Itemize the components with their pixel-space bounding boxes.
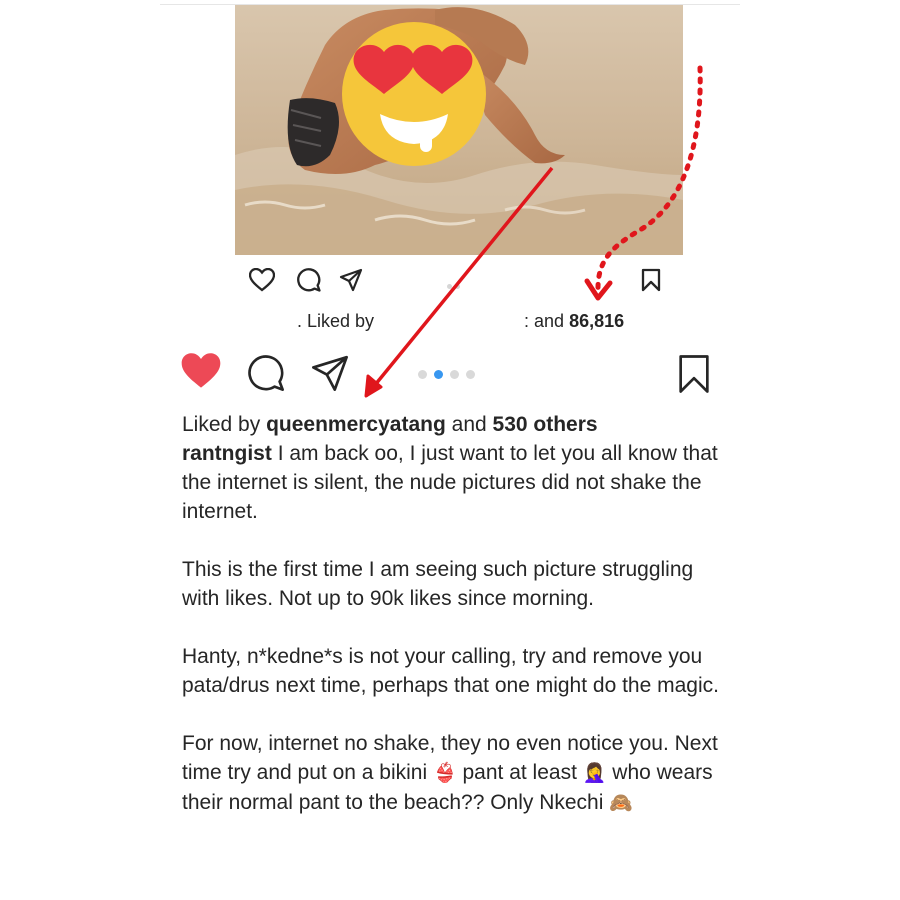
bookmark-icon[interactable] xyxy=(676,354,712,399)
caption-paragraph: Hanty, n*kedne*s is not your calling, tr… xyxy=(182,645,719,697)
see-no-evil-monkey-emoji: 🙈 xyxy=(609,792,633,814)
bikini-emoji: 👙 xyxy=(432,762,457,784)
caption-paragraph: For now, internet no shake, they no even… xyxy=(182,732,718,814)
caption-paragraph: This is the first time I am seeing such … xyxy=(182,558,694,610)
caption-username[interactable]: rantngist xyxy=(182,442,272,465)
caption-paragraph: rantngist I am back oo, I just want to l… xyxy=(182,442,718,523)
share-icon[interactable] xyxy=(311,354,349,397)
carousel-dot xyxy=(466,370,475,379)
carousel-dot xyxy=(450,370,459,379)
liked-by-label: Liked by xyxy=(182,413,261,436)
and-label: and xyxy=(451,413,487,436)
like-heart-icon[interactable] xyxy=(180,352,222,395)
post-caption: rantngist I am back oo, I just want to l… xyxy=(182,439,727,847)
facepalm-emoji: 🤦‍♀️ xyxy=(582,762,607,784)
carousel-dot-active xyxy=(434,370,443,379)
others-count-link[interactable]: 530 others xyxy=(493,413,598,436)
liked-by-username[interactable]: queenmercyatang xyxy=(266,413,446,436)
carousel-dot xyxy=(418,370,427,379)
liked-by-line: Liked by queenmercyatang and 530 others xyxy=(182,410,598,439)
comment-icon[interactable] xyxy=(247,354,285,397)
carousel-indicator xyxy=(418,370,475,379)
screenshot-page: . Liked by : and 86,816 Liked by queenme… xyxy=(0,0,900,900)
